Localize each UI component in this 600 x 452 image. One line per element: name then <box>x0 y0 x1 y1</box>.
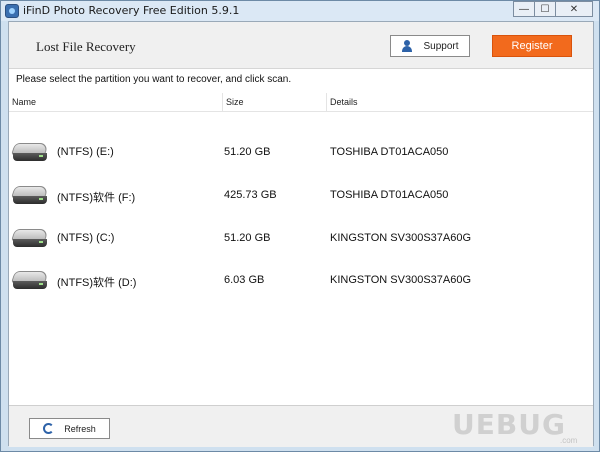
maximize-button[interactable]: ☐ <box>534 1 556 17</box>
title-bar[interactable]: iFinD Photo Recovery Free Edition 5.9.1 … <box>1 1 599 21</box>
partition-name: (NTFS) (E:) <box>57 146 114 158</box>
partition-size: 6.03 GB <box>224 274 265 286</box>
partition-details: KINGSTON SV300S37A60G <box>330 274 472 286</box>
table-row[interactable]: (NTFS)软件 (F:) 425.73 GB TOSHIBA DT01ACA0… <box>9 175 593 215</box>
instruction-text: Please select the partition you want to … <box>16 74 292 85</box>
table-row[interactable]: (NTFS) (C:) 51.20 GB KINGSTON SV300S37A6… <box>9 218 593 258</box>
user-icon <box>401 40 413 52</box>
partition-details: TOSHIBA DT01ACA050 <box>330 189 449 201</box>
partition-name: (NTFS) (C:) <box>57 232 115 244</box>
support-label: Support <box>423 40 459 52</box>
partition-size: 51.20 GB <box>224 232 271 244</box>
table-header: Name Size Details <box>9 93 593 112</box>
app-logo-icon <box>5 4 19 18</box>
hard-drive-icon <box>11 143 49 163</box>
partition-size: 425.73 GB <box>224 189 277 201</box>
register-button[interactable]: Register <box>492 35 572 57</box>
hard-drive-icon <box>11 229 49 249</box>
header-bar: Lost File Recovery Support Register <box>9 22 593 68</box>
partition-details: KINGSTON SV300S37A60G <box>330 232 472 244</box>
table-row[interactable]: (NTFS) (E:) 51.20 GB TOSHIBA DT01ACA050 <box>9 132 593 172</box>
window-controls: — ☐ ✕ <box>513 1 593 17</box>
refresh-label: Refresh <box>64 423 96 434</box>
window-title: iFinD Photo Recovery Free Edition 5.9.1 <box>23 4 240 17</box>
refresh-button[interactable]: Refresh <box>29 418 110 439</box>
table-row[interactable]: (NTFS)软件 (D:) 6.03 GB KINGSTON SV300S37A… <box>9 260 593 300</box>
hard-drive-icon <box>11 186 49 206</box>
support-button[interactable]: Support <box>390 35 470 57</box>
watermark-domain: .com <box>560 436 578 445</box>
page-title: Lost File Recovery <box>36 39 136 54</box>
partition-name: (NTFS)软件 (D:) <box>57 277 137 289</box>
minimize-button[interactable]: — <box>513 1 535 17</box>
partition-name: (NTFS)软件 (F:) <box>57 192 136 204</box>
partition-details: TOSHIBA DT01ACA050 <box>330 146 449 158</box>
partition-size: 51.20 GB <box>224 146 271 158</box>
column-header-size[interactable]: Size <box>223 93 327 112</box>
column-header-name[interactable]: Name <box>9 93 223 112</box>
refresh-icon <box>43 423 55 434</box>
column-header-details[interactable]: Details <box>327 93 593 112</box>
watermark-logo: UEBUG <box>452 408 566 441</box>
app-window: iFinD Photo Recovery Free Edition 5.9.1 … <box>0 0 600 452</box>
hard-drive-icon <box>11 271 49 291</box>
close-button[interactable]: ✕ <box>555 1 593 17</box>
partition-panel: Please select the partition you want to … <box>9 68 593 405</box>
client-area: Lost File Recovery Support Register Plea… <box>8 21 594 447</box>
